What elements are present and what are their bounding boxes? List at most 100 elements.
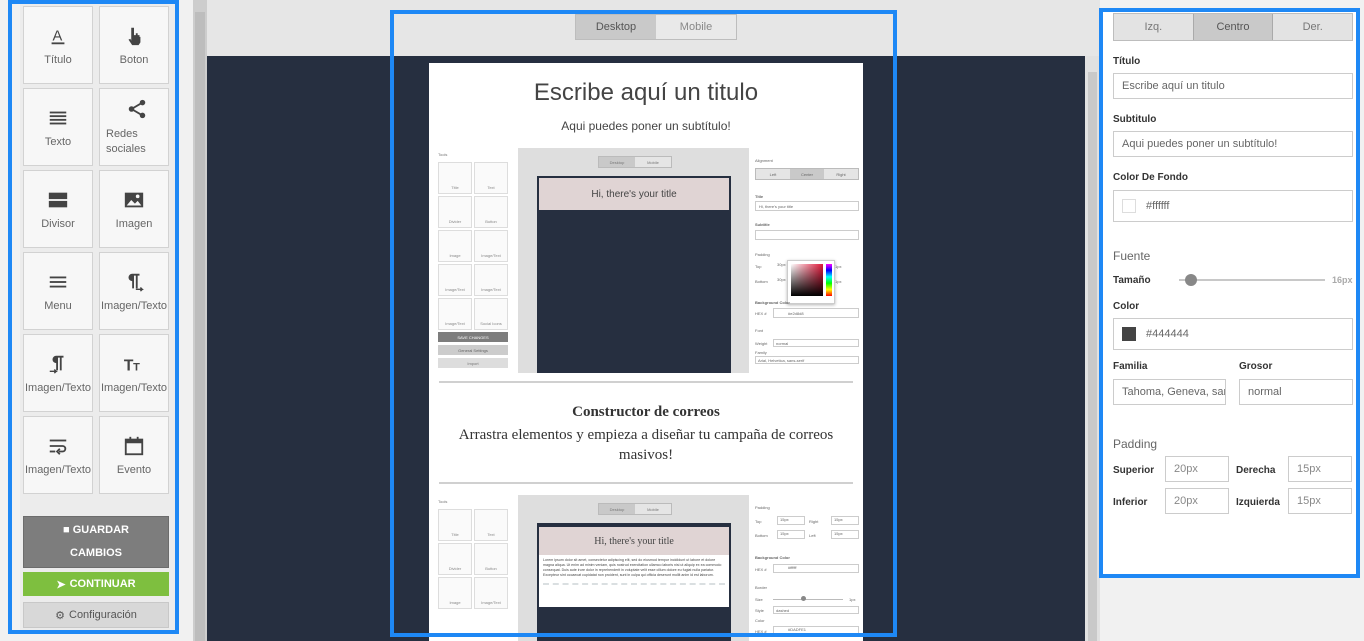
mini-props: Padding Top 15px Right 15px Bottom 15px … <box>753 495 863 641</box>
align-left-button[interactable]: Izq. <box>1114 14 1193 40</box>
tools-grid: A Título Boton Texto Redes sociales Divi… <box>23 6 169 494</box>
text-size-icon: TT <box>124 357 140 374</box>
save-changes-button[interactable]: ■ GUARDAR CAMBIOS <box>23 516 169 568</box>
svg-text:T: T <box>133 361 140 373</box>
tool-image-text-4[interactable]: Imagen/Texto <box>23 416 93 494</box>
image-icon <box>124 192 144 207</box>
size-slider-knob[interactable] <box>1185 274 1197 286</box>
email-image-1[interactable]: Tools Title Text Divider Button Image Im… <box>435 148 863 373</box>
tool-text[interactable]: Texto <box>23 88 93 166</box>
scroll-thumb[interactable] <box>195 12 205 641</box>
font-color-swatch <box>1122 327 1136 341</box>
tool-label: Imagen/Texto <box>100 381 168 394</box>
mini-props: Alignment Left Center Right Title Hi, th… <box>753 148 863 373</box>
mini-label: Top <box>755 519 762 524</box>
tool-title[interactable]: A Título <box>23 6 93 84</box>
font-color-input[interactable]: #444444 <box>1113 318 1353 350</box>
tool-social[interactable]: Redes sociales <box>99 88 169 166</box>
mini-select: Arial, Helvetica, sans-serif <box>755 356 859 364</box>
mini-tools-label: Tools <box>438 152 448 157</box>
padding-bottom-input[interactable]: 20px <box>1165 488 1229 514</box>
mini-slider-knob <box>801 596 806 601</box>
tool-event[interactable]: Evento <box>99 416 169 494</box>
email-preview[interactable]: Escribe aquí un titulo Aqui puedes poner… <box>429 63 863 641</box>
mobile-tab[interactable]: Mobile <box>656 15 736 39</box>
padding-top-label: Superior <box>1113 465 1155 476</box>
mini-divider <box>543 583 725 585</box>
mini-select: dashed <box>773 606 859 614</box>
size-slider[interactable] <box>1179 279 1325 281</box>
padding-top-input[interactable]: 20px <box>1165 456 1229 482</box>
mini-tile: Image/Text <box>438 264 472 296</box>
tool-button[interactable]: Boton <box>99 6 169 84</box>
continue-button[interactable]: ➤ CONTINUAR <box>23 572 169 596</box>
mini-tile: Image <box>438 577 472 609</box>
tool-label: Imagen/Texto <box>24 381 92 394</box>
tools-panel: A Título Boton Texto Redes sociales Divi… <box>20 0 175 634</box>
email-image-2[interactable]: Tools Title Text Divider Button Image Im… <box>435 495 863 641</box>
padding-right-input[interactable]: 15px <box>1288 456 1352 482</box>
desktop-tab[interactable]: Desktop <box>576 15 656 39</box>
size-value: 16px <box>1332 275 1353 285</box>
mini-canvas: Desktop Mobile Hi, there's your title Lo… <box>518 495 749 641</box>
section-body[interactable]: Arrastra elementos y empieza a diseñar t… <box>449 425 843 465</box>
share-icon <box>128 99 146 118</box>
mini-tile: Button <box>474 543 508 575</box>
mini-input <box>755 230 859 240</box>
settings-label: Configuración <box>69 609 137 621</box>
left-scrollbar[interactable] <box>193 0 207 641</box>
save-label-1: ■ GUARDAR <box>63 519 129 542</box>
text-wrap-icon <box>49 439 67 455</box>
mini-tools: Tools Title Text Divider Button Image Im… <box>438 148 510 373</box>
subtitle-label: Subtitulo <box>1113 114 1157 125</box>
mini-label: Color <box>755 618 765 623</box>
tool-label: Imagen/Texto <box>24 463 92 476</box>
mini-tile: Button <box>474 196 508 228</box>
mini-label: Subtitle <box>755 222 770 227</box>
mini-canvas: Desktop Mobile Hi, there's your title <box>518 148 749 373</box>
mini-label: Border <box>755 585 768 590</box>
mini-import: Import <box>438 358 508 368</box>
family-label: Familia <box>1113 361 1148 372</box>
tool-menu[interactable]: Menu <box>23 252 93 330</box>
scroll-thumb[interactable] <box>1088 72 1097 641</box>
tool-divider[interactable]: Divisor <box>23 170 93 248</box>
align-right-button[interactable]: Der. <box>1273 14 1353 40</box>
email-title[interactable]: Escribe aquí un titulo <box>429 79 863 107</box>
font-section-title: Fuente <box>1113 249 1151 263</box>
paragraph-image-icon <box>49 355 64 374</box>
tool-image-text-2[interactable]: Imagen/Texto <box>23 334 93 412</box>
title-input[interactable]: Escribe aquí un titulo <box>1113 73 1353 99</box>
tool-image-text-3[interactable]: TT Imagen/Texto <box>99 334 169 412</box>
subtitle-input[interactable]: Aqui puedes poner un subtítulo! <box>1113 131 1353 157</box>
tool-label: Imagen <box>115 217 153 230</box>
font-color-value: #444444 <box>1146 328 1189 340</box>
divider-icon <box>48 192 68 207</box>
settings-button[interactable]: ⚙ Configuración <box>23 602 169 628</box>
mini-input: 15px <box>831 516 859 525</box>
weight-input[interactable]: normal <box>1239 379 1353 405</box>
mini-toggle: Desktop Mobile <box>598 503 672 515</box>
mini-desktop: Desktop <box>599 157 635 167</box>
canvas-scrollbar[interactable] <box>1085 56 1100 641</box>
color-picker-field <box>791 264 823 296</box>
email-subtitle[interactable]: Aqui puedes poner un subtítulo! <box>429 119 863 133</box>
mini-tools: Tools Title Text Divider Button Image Im… <box>438 495 510 641</box>
bg-color-input[interactable]: #ffffff <box>1113 190 1353 222</box>
align-center-button[interactable]: Centro <box>1192 14 1274 40</box>
save-line1: GUARDAR <box>72 524 129 536</box>
mini-label: Family <box>755 350 767 355</box>
tool-image[interactable]: Imagen <box>99 170 169 248</box>
mini-tile: Image/Text <box>474 577 508 609</box>
tool-image-text-1[interactable]: Imagen/Texto <box>99 252 169 330</box>
mini-input: 1px <box>835 279 842 284</box>
mini-tile: Social Icons <box>474 298 508 330</box>
mini-align-left: Left <box>756 169 790 179</box>
bg-color-value: #ffffff <box>1146 200 1170 212</box>
family-input[interactable]: Tahoma, Geneva, sans-serif <box>1113 379 1226 405</box>
section-title[interactable]: Constructor de correos <box>429 404 863 421</box>
mini-align-right: Right <box>824 169 858 179</box>
mini-tile: Text <box>474 162 508 194</box>
mini-label: Right <box>809 519 819 524</box>
padding-left-input[interactable]: 15px <box>1288 488 1352 514</box>
